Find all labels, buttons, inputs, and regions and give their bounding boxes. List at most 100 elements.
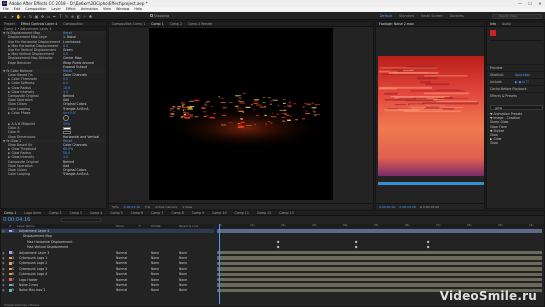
- layer-duration-bar[interactable]: [217, 251, 542, 255]
- timeline-tab-12[interactable]: Comp 12: [257, 211, 271, 215]
- layer-row[interactable]: ◉ 2 Adjustment Layer 3 Normal None None: [1, 251, 214, 255]
- layer-parent[interactable]: None: [179, 261, 187, 265]
- panel-section[interactable]: Preview: [487, 64, 545, 71]
- workspace-tab-standard[interactable]: Standard: [399, 12, 414, 20]
- layer-name[interactable]: Cyberpunk Logo 3: [19, 267, 47, 271]
- timeline-tab-5[interactable]: Comp 5: [110, 211, 122, 215]
- layer-row[interactable]: ◉ 4 Cyberpunk Logo 2 Normal None None: [1, 261, 214, 265]
- layer-trkmat[interactable]: None: [151, 267, 159, 271]
- layer-row[interactable]: ◉ 5 Cyberpunk Logo 3 Normal None None: [1, 267, 214, 271]
- layer-duration-bar[interactable]: [217, 256, 542, 260]
- layer-mode[interactable]: Normal: [116, 256, 127, 260]
- keyframe-icon[interactable]: [354, 240, 358, 244]
- tab-composition[interactable]: Composition: [63, 22, 83, 26]
- eraser-tool-icon[interactable]: ◧: [76, 14, 81, 19]
- workspace-tab-default[interactable]: Default: [380, 12, 392, 20]
- timeline-tab-11[interactable]: Comp 11: [234, 211, 248, 215]
- layer-mode[interactable]: Normal: [116, 267, 127, 271]
- layer-trkmat[interactable]: None: [151, 251, 159, 255]
- current-time[interactable]: 0:00:04:16: [124, 205, 140, 209]
- camera-tool-icon[interactable]: ▣: [34, 14, 39, 19]
- layer-name[interactable]: Adjustment Layer 4: [19, 229, 49, 233]
- timeline-tab-10[interactable]: Comp 10: [212, 211, 226, 215]
- puppet-tool-icon[interactable]: ✱: [88, 14, 93, 19]
- visibility-eye-icon[interactable]: ◉: [2, 229, 5, 233]
- timeline-tab-6[interactable]: Comp 6: [131, 211, 143, 215]
- visibility-eye-icon[interactable]: ◉: [2, 267, 5, 271]
- keyframe-icon[interactable]: [426, 245, 430, 249]
- color-phase-dial-icon[interactable]: [63, 114, 69, 121]
- layer-row[interactable]: ◉ 9 Noise Mov.mov 2 Normal None None: [1, 288, 214, 292]
- footage-timebar[interactable]: [378, 182, 484, 185]
- layer-trkmat[interactable]: None: [151, 256, 159, 260]
- rectangle-tool-icon[interactable]: ▭: [46, 14, 51, 19]
- tab-comp-2[interactable]: Comp 2: [170, 22, 182, 26]
- layer-row[interactable]: ◉ 8 Noise 2.mov Normal None None: [1, 283, 214, 287]
- layer-row[interactable]: Max Vertical Displacement: [1, 245, 214, 249]
- footage-in-point[interactable]: 0:00:00:00: [379, 205, 395, 209]
- column-header[interactable]: Parent & Link: [179, 224, 198, 228]
- layer-name[interactable]: Noise 2.mov: [19, 283, 38, 287]
- layer-parent[interactable]: None: [179, 251, 187, 255]
- zoom-tool-icon[interactable]: ⌕: [22, 14, 27, 19]
- tab-audio[interactable]: Audio: [502, 22, 511, 26]
- layer-name[interactable]: Cyberpunk Logo 2: [19, 261, 47, 265]
- layer-row[interactable]: ◉ 6 Cyberpunk Logo 4 Normal None None: [1, 272, 214, 276]
- camera-select[interactable]: Active Camera: [155, 205, 177, 209]
- panel-section[interactable]: Shortcut Spacebar: [487, 71, 545, 78]
- layer-row[interactable]: ◉ 3 Cyberpunk Logo 1 Normal None None: [1, 256, 214, 260]
- workspace-tab-small-screen[interactable]: Small Screen: [421, 12, 443, 20]
- layer-trkmat[interactable]: None: [151, 288, 159, 292]
- footage-viewer[interactable]: [378, 56, 484, 176]
- close-button[interactable]: ✕: [535, 0, 545, 7]
- zoom-level[interactable]: 50%: [112, 205, 119, 209]
- layer-duration-bar[interactable]: [217, 278, 542, 282]
- home-icon[interactable]: ⌂: [3, 14, 8, 19]
- pan-behind-tool-icon[interactable]: ✥: [40, 14, 45, 19]
- column-header[interactable]: T: [139, 224, 141, 228]
- column-header[interactable]: TrkMat: [151, 224, 161, 228]
- roto-brush-icon[interactable]: ✧: [82, 14, 87, 19]
- layer-trkmat[interactable]: None: [151, 278, 159, 282]
- tab-composition-comp-1[interactable]: Composition Comp 1: [112, 22, 145, 26]
- visibility-eye-icon[interactable]: ◉: [2, 283, 5, 287]
- snapping-checkbox[interactable]: [150, 14, 153, 17]
- timeline-tab-3[interactable]: Comp 3: [70, 211, 82, 215]
- layer-parent[interactable]: None: [179, 278, 187, 282]
- layer-mode[interactable]: Normal: [116, 283, 127, 287]
- column-header[interactable]: Layer Name: [17, 224, 35, 228]
- layer-mode[interactable]: Normal: [116, 261, 127, 265]
- snapping-toggle[interactable]: Snapping: [150, 14, 169, 19]
- column-header[interactable]: Mode: [116, 224, 124, 228]
- panel-section[interactable]: Cache Before Playback: [487, 85, 545, 92]
- view-select[interactable]: 1 View: [182, 205, 192, 209]
- color-swatch-picker[interactable]: [63, 126, 71, 130]
- layer-row[interactable]: Max Horizontal Displacement: [1, 240, 214, 244]
- timeline-tab-13[interactable]: Comp 13: [279, 211, 293, 215]
- keyframe-icon[interactable]: [354, 245, 358, 249]
- timeline-tab-2[interactable]: Comp 2: [49, 211, 61, 215]
- tab-comp-2-render[interactable]: Comp 2 Render: [188, 22, 213, 26]
- layer-row[interactable]: ◉ 1 Adjustment Layer 4: [1, 229, 214, 234]
- tab-effect-controls-layer-4[interactable]: Effect Controls Layer 4: [21, 22, 57, 26]
- tab-comp-1[interactable]: Comp 1: [151, 22, 163, 26]
- timeline-timecode[interactable]: 0:00:04:16: [3, 217, 30, 223]
- effects-tree-item[interactable]: Glow: [490, 141, 543, 145]
- layer-name[interactable]: Max Vertical Displacement: [27, 245, 68, 249]
- resolution-select[interactable]: Full: [145, 205, 150, 209]
- composition-viewer[interactable]: [149, 28, 333, 200]
- keyframe-icon[interactable]: [276, 245, 280, 249]
- layer-mode[interactable]: Normal: [116, 251, 127, 255]
- layer-row[interactable]: Displacement Map: [1, 234, 214, 238]
- tab-info[interactable]: Info: [490, 22, 496, 26]
- property-value[interactable]: Triangle A>B>A: [63, 172, 88, 176]
- layer-parent[interactable]: None: [179, 267, 187, 271]
- text-tool-icon[interactable]: T: [58, 14, 63, 19]
- keyframe-icon[interactable]: [276, 240, 280, 244]
- footage-out-point[interactable]: 0:00:04:26: [399, 205, 415, 209]
- layer-name[interactable]: Cyberpunk Logo 1: [19, 256, 47, 260]
- timeline-tab-4[interactable]: Comp 4: [90, 211, 102, 215]
- timeline-tab-7[interactable]: Comp 7: [151, 211, 163, 215]
- panel-section[interactable]: Effects & Presets: [487, 92, 545, 99]
- selection-tool-icon[interactable]: ➤: [10, 14, 15, 19]
